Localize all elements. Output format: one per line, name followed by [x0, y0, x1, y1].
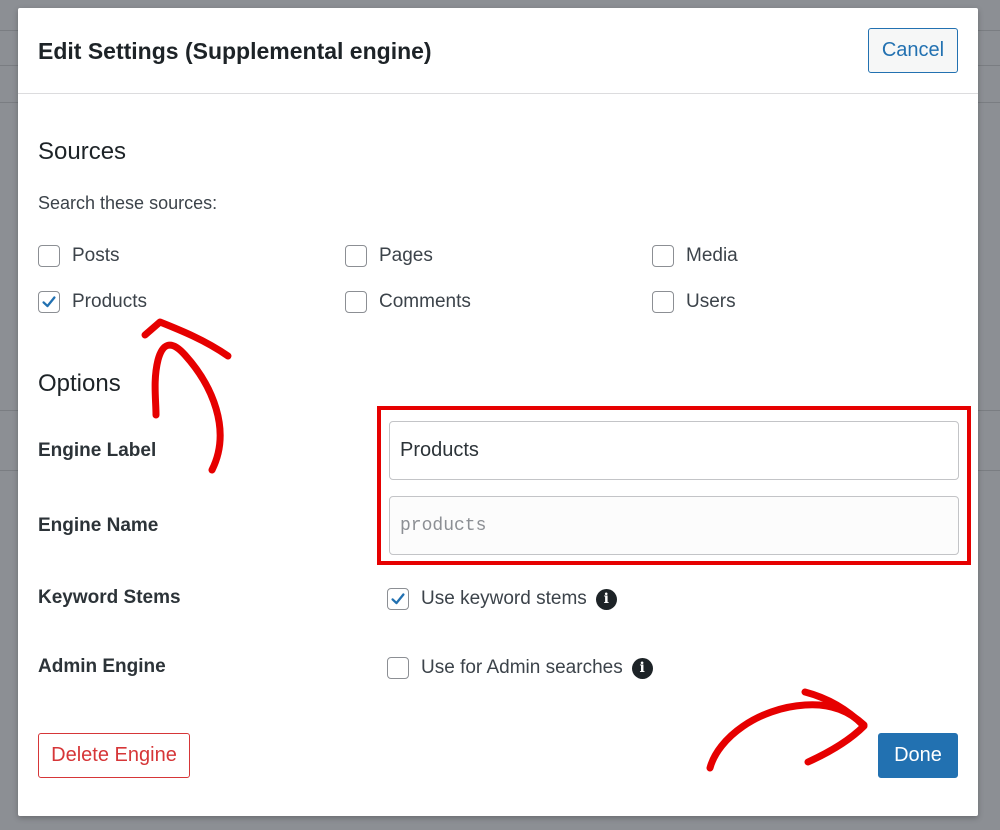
- modal-title: Edit Settings (Supplemental engine): [38, 38, 432, 64]
- pages-checkbox[interactable]: [345, 245, 367, 267]
- info-icon[interactable]: i: [631, 657, 653, 679]
- sources-heading: Sources: [38, 138, 127, 165]
- info-icon[interactable]: i: [595, 588, 617, 610]
- media-checkbox[interactable]: [652, 245, 674, 267]
- products-checkbox[interactable]: [38, 291, 60, 313]
- keyword-stems-label: Keyword Stems: [38, 587, 181, 608]
- delete-engine-button[interactable]: Delete Engine: [38, 733, 190, 778]
- source-posts[interactable]: Posts: [38, 245, 120, 267]
- media-label: Media: [686, 245, 738, 266]
- engine-label-label: Engine Label: [38, 440, 157, 461]
- options-heading: Options: [38, 370, 121, 397]
- source-pages[interactable]: Pages: [345, 245, 433, 267]
- source-users[interactable]: Users: [652, 291, 736, 313]
- annotation-highlight-box: [377, 406, 971, 565]
- comments-label: Comments: [379, 291, 471, 312]
- sources-helper-text: Search these sources:: [38, 193, 218, 213]
- edit-settings-modal: Edit Settings (Supplemental engine) Canc…: [18, 8, 978, 816]
- engine-name-label: Engine Name: [38, 515, 159, 536]
- checkmark-icon: [391, 593, 405, 605]
- checkmark-icon: [42, 296, 56, 308]
- admin-engine-option-label: Use for Admin searches: [421, 657, 623, 678]
- source-products[interactable]: Products: [38, 291, 147, 313]
- posts-label: Posts: [72, 245, 120, 266]
- keyword-stems-option-label: Use keyword stems: [421, 588, 587, 609]
- comments-checkbox[interactable]: [345, 291, 367, 313]
- admin-engine-label: Admin Engine: [38, 656, 166, 677]
- admin-engine-option[interactable]: Use for Admin searches i: [387, 657, 653, 679]
- source-comments[interactable]: Comments: [345, 291, 471, 313]
- users-label: Users: [686, 291, 736, 312]
- pages-label: Pages: [379, 245, 433, 266]
- modal-header: Edit Settings (Supplemental engine) Canc…: [18, 8, 978, 94]
- keyword-stems-option[interactable]: Use keyword stems i: [387, 588, 617, 610]
- done-button[interactable]: Done: [878, 733, 958, 778]
- keyword-stems-checkbox[interactable]: [387, 588, 409, 610]
- cancel-button[interactable]: Cancel: [868, 28, 958, 73]
- admin-engine-checkbox[interactable]: [387, 657, 409, 679]
- products-label: Products: [72, 291, 147, 312]
- users-checkbox[interactable]: [652, 291, 674, 313]
- posts-checkbox[interactable]: [38, 245, 60, 267]
- source-media[interactable]: Media: [652, 245, 738, 267]
